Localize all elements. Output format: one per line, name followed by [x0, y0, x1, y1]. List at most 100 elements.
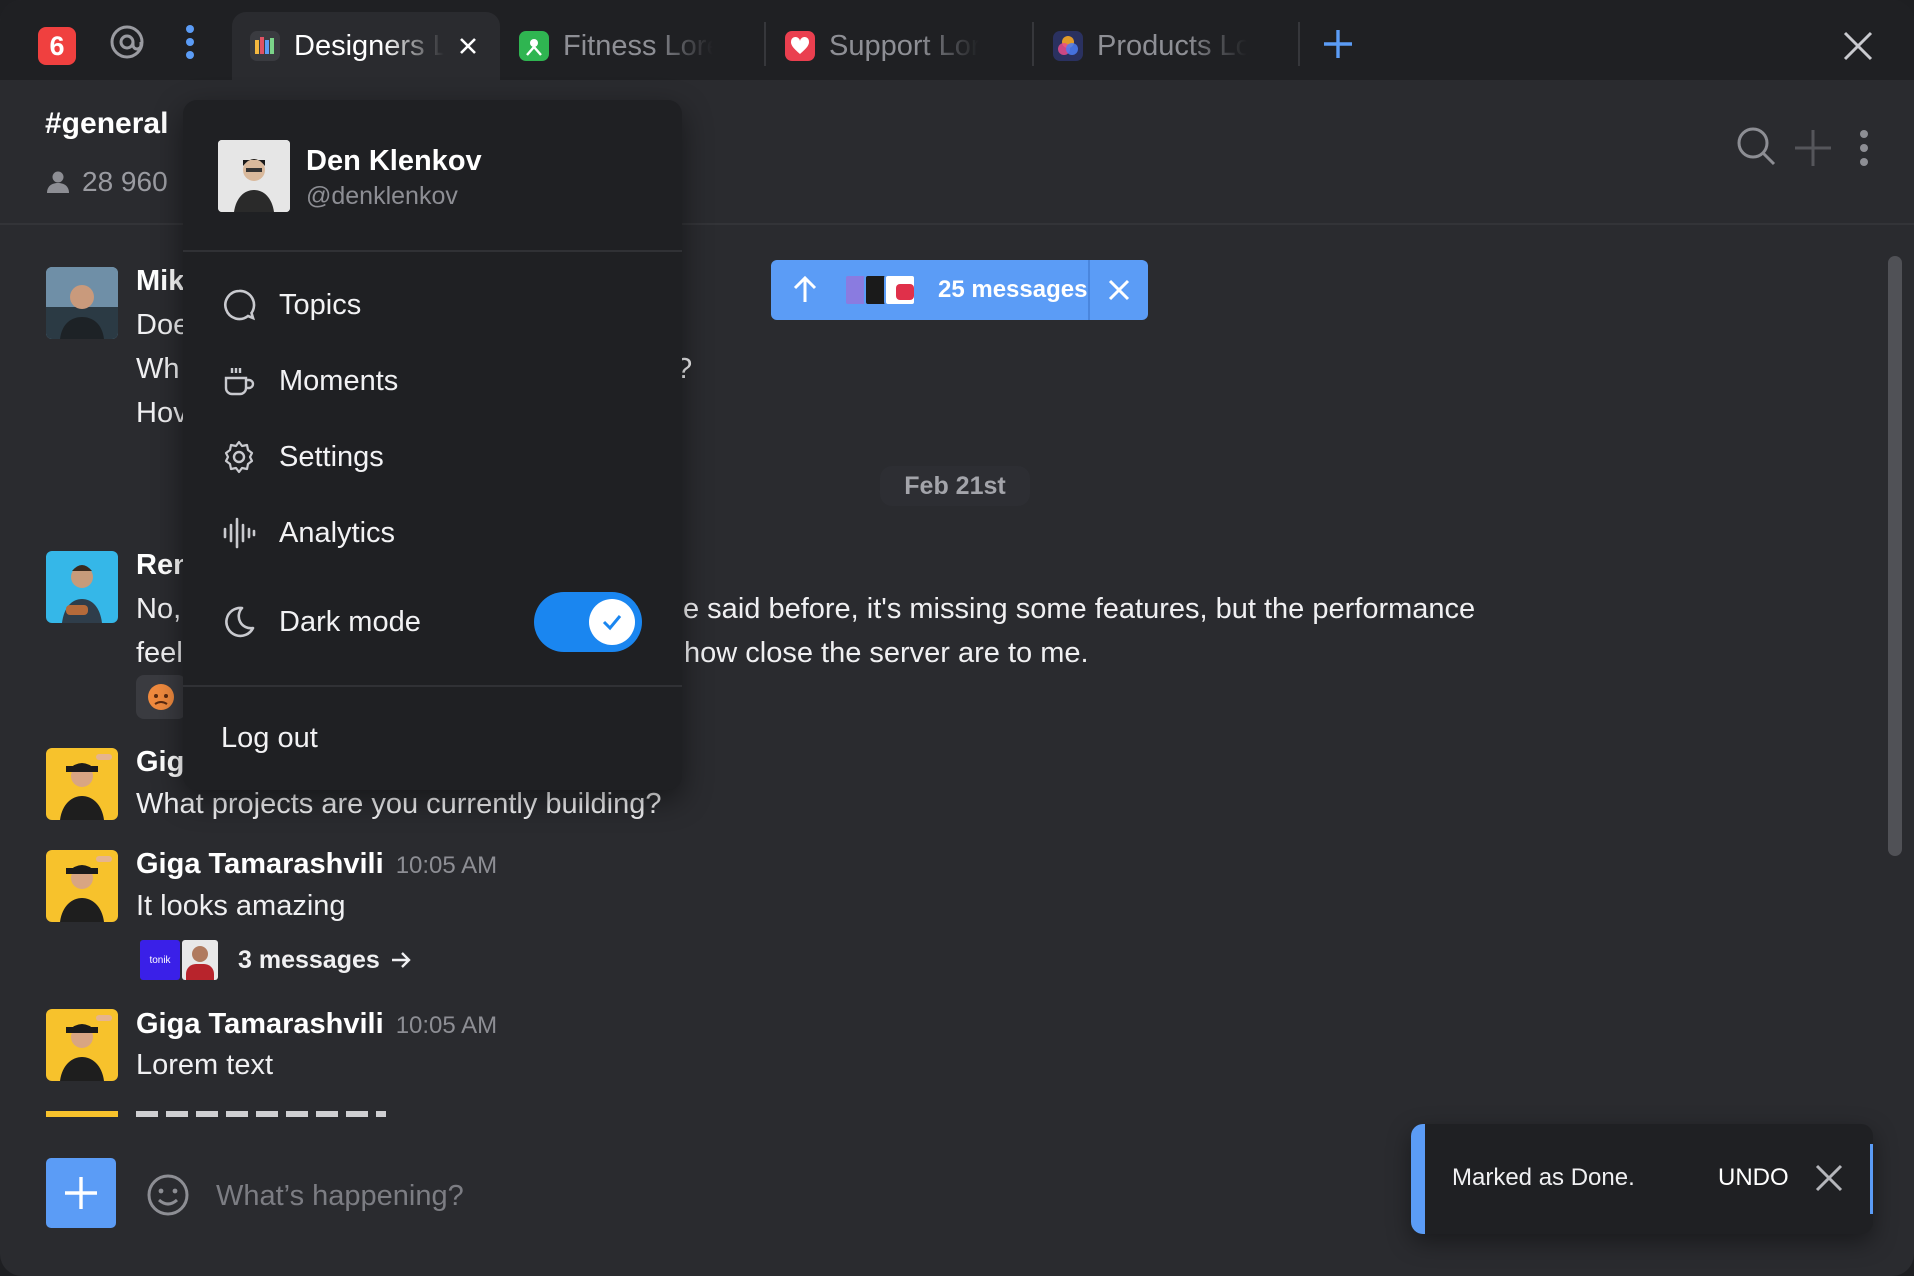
fitness-favicon-icon — [519, 31, 549, 61]
tab-divider — [764, 22, 766, 66]
close-toast-icon[interactable] — [1815, 1164, 1843, 1197]
menu-item-label: Topics — [279, 288, 362, 321]
avatar — [182, 940, 218, 980]
add-attachment-button[interactable] — [46, 1158, 116, 1228]
message-author[interactable]: Gig — [136, 746, 184, 779]
products-favicon-icon — [1053, 31, 1083, 61]
thread-logo: tonik — [140, 940, 180, 980]
participant-avatars — [844, 274, 916, 306]
coffee-cup-icon — [221, 363, 257, 399]
message-author[interactable]: Giga Tamarashvili 10:05 AM — [136, 1008, 497, 1041]
tab-support[interactable]: Support Lorem — [767, 12, 1029, 80]
menu-item-label: Settings — [279, 440, 384, 473]
checkmark-icon — [602, 615, 622, 631]
more-vertical-icon[interactable] — [170, 22, 210, 62]
author-name: Giga Tamarashvili — [136, 848, 384, 880]
close-window-icon[interactable] — [1838, 26, 1878, 66]
new-tab-plus-icon[interactable] — [1318, 24, 1358, 64]
menu-divider — [183, 685, 682, 687]
search-icon[interactable] — [1736, 126, 1776, 171]
message-input[interactable] — [216, 1175, 1016, 1217]
tab-designers[interactable]: Designers Lorem — [232, 12, 500, 80]
member-count-value: 28 960 — [82, 166, 168, 197]
moon-icon — [221, 604, 257, 640]
chat-bubble-icon — [221, 287, 257, 323]
tab-bar: 6 Designers Lorem Fitness Lorem — [0, 0, 1914, 80]
toast-accent — [1411, 1124, 1425, 1234]
message-time: 10:05 AM — [395, 1012, 498, 1039]
close-banner-icon[interactable] — [1088, 260, 1148, 320]
add-icon[interactable] — [1793, 128, 1833, 173]
message-text: e said before, it's missing some feature… — [683, 593, 1476, 625]
new-messages-count: 25 messages — [938, 276, 1088, 303]
notification-badge[interactable]: 6 — [38, 27, 76, 65]
avatar — [46, 1111, 118, 1117]
dark-mode-toggle[interactable] — [534, 592, 642, 652]
author-name: Giga Tamarashvili — [136, 1008, 384, 1040]
toast-accent — [1870, 1144, 1873, 1214]
member-count: 28 960 — [46, 166, 168, 198]
arrow-right-icon — [391, 952, 411, 968]
logout-label: Log out — [221, 721, 318, 754]
avatar[interactable] — [46, 551, 118, 623]
arrow-up-icon — [793, 275, 817, 302]
avatar[interactable] — [46, 267, 118, 339]
menu-item-label: Moments — [279, 364, 399, 397]
user-icon — [47, 171, 69, 193]
message-text: Lorem text — [136, 1049, 273, 1081]
message-author[interactable]: Mik — [136, 265, 184, 298]
support-favicon-icon — [785, 31, 815, 61]
undo-button[interactable]: UNDO — [1718, 1164, 1789, 1192]
message-text: Hov — [136, 397, 188, 429]
message-author[interactable]: Giga Tamarashvili 10:05 AM — [136, 848, 497, 881]
waveform-icon — [221, 515, 257, 551]
tab-label: Fitness Lorem — [563, 29, 713, 62]
date-divider: Feb 21st — [880, 466, 1030, 506]
menu-divider — [183, 250, 682, 252]
angry-face-emoji-icon — [148, 684, 174, 710]
tab-fitness[interactable]: Fitness Lorem — [501, 12, 763, 80]
menu-item-topics[interactable]: Topics — [183, 275, 682, 335]
tab-label: Products Lorem — [1097, 29, 1247, 62]
clipped-author-name — [136, 1111, 386, 1117]
channel-title: #general — [45, 107, 169, 140]
emoji-icon[interactable] — [146, 1173, 190, 1222]
message-text: It looks amazing — [136, 890, 346, 922]
mentions-icon[interactable] — [107, 22, 147, 62]
close-tab-icon[interactable] — [458, 36, 478, 56]
app-window: 6 Designers Lorem Fitness Lorem — [0, 0, 1914, 1276]
profile-name: Den Klenkov — [306, 145, 482, 177]
menu-item-label: Analytics — [279, 516, 396, 549]
message-text: No, — [136, 593, 182, 625]
scrollbar[interactable] — [1888, 256, 1902, 856]
designers-favicon-icon — [250, 31, 280, 61]
avatar[interactable] — [46, 1009, 118, 1081]
tab-label: Designers Lorem — [294, 29, 444, 62]
new-messages-banner[interactable]: 25 messages — [771, 260, 1148, 320]
menu-item-moments[interactable]: Moments — [183, 351, 682, 411]
reaction-chip[interactable] — [136, 675, 186, 719]
toast-message: Marked as Done. — [1452, 1164, 1635, 1191]
profile-menu: Den Klenkov @denklenkov Topics Moments S… — [183, 100, 682, 790]
profile-avatar[interactable] — [218, 140, 290, 212]
menu-item-settings[interactable]: Settings — [183, 427, 682, 487]
gear-icon — [221, 439, 257, 475]
tab-products[interactable]: Products Lorem — [1035, 12, 1297, 80]
message-text: Wh — [136, 353, 180, 385]
message-text: how close the server are to me. — [684, 637, 1089, 669]
tab-divider — [1032, 22, 1034, 66]
thread-link[interactable]: tonik 3 messages — [140, 940, 412, 980]
message-text: What projects are you currently building… — [136, 788, 662, 820]
tab-divider — [1298, 22, 1300, 66]
thread-count: 3 messages — [238, 945, 380, 974]
tab-label: Support Lorem — [829, 29, 979, 62]
menu-item-label: Dark mode — [279, 605, 421, 638]
toggle-knob — [589, 599, 635, 645]
avatar[interactable] — [46, 748, 118, 820]
avatar[interactable] — [46, 850, 118, 922]
profile-handle: @denklenkov — [306, 182, 458, 210]
more-options-icon[interactable] — [1858, 128, 1870, 173]
menu-item-analytics[interactable]: Analytics — [183, 503, 682, 563]
logout-button[interactable]: Log out — [183, 708, 682, 768]
message-text: feel — [136, 637, 183, 669]
